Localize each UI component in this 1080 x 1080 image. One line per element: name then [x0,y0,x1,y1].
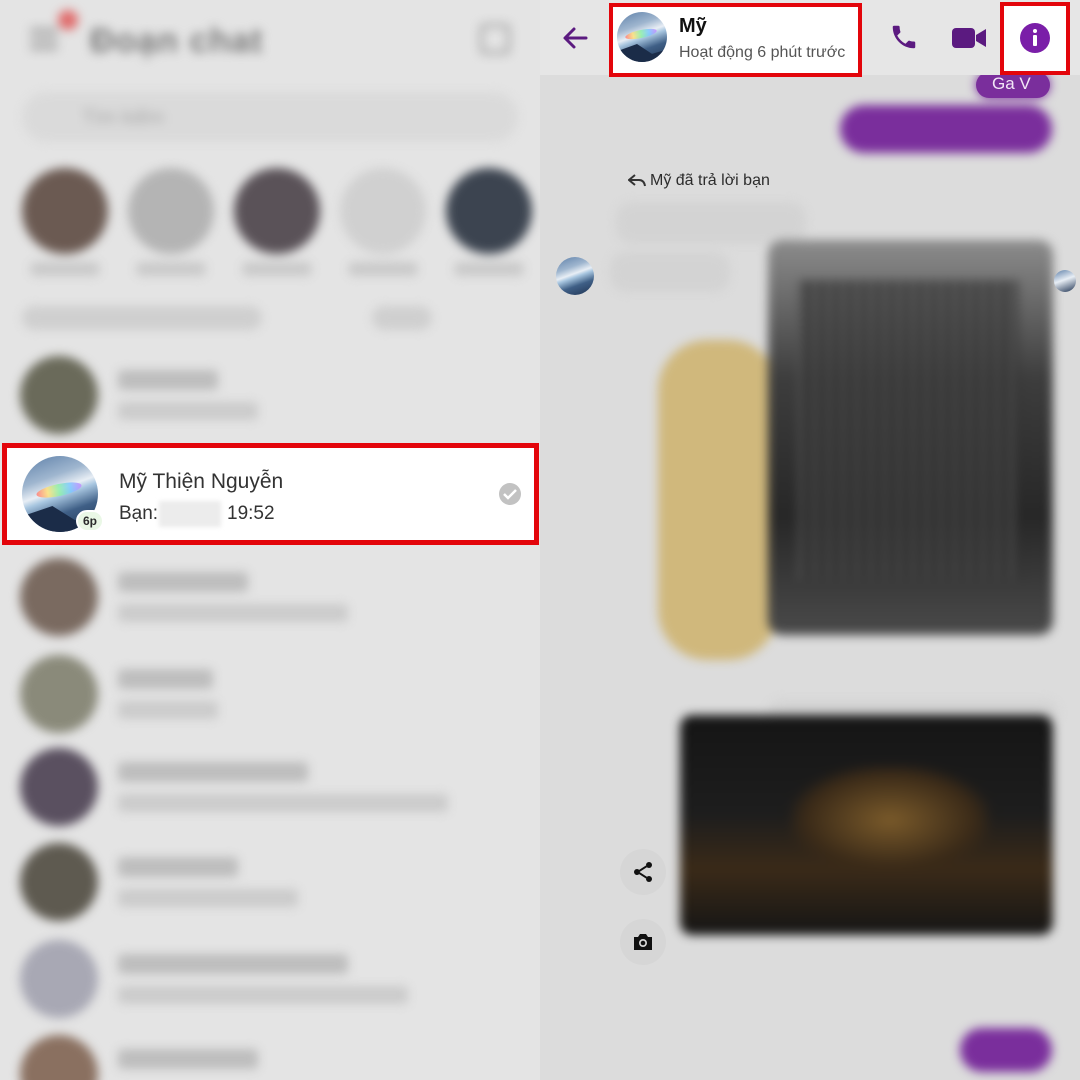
camera-icon [634,934,652,950]
sticker [658,340,778,660]
story-avatar[interactable] [128,168,214,254]
avatar [20,655,98,733]
story-avatar[interactable] [340,168,426,254]
contact-name: Mỹ [679,15,707,37]
list-item[interactable] [0,645,540,741]
conversation-name [118,857,238,877]
story-label [136,262,206,276]
redacted-preview [159,501,221,527]
list-item[interactable] [0,833,540,929]
message-bubble [610,252,730,292]
reply-arrow-icon [628,174,646,187]
photo-message[interactable] [680,715,1053,935]
list-item[interactable] [0,1025,540,1080]
active-status: Hoạt động 6 phút trước [679,44,846,61]
share-button[interactable] [620,849,666,895]
info-button-highlighted[interactable] [1000,2,1070,75]
avatar [20,1035,98,1080]
conversation-preview [118,701,218,719]
share-icon [634,862,652,882]
conversation-header: Mỹ Hoạt động 6 phút trước [540,0,1080,77]
list-item[interactable] [0,346,540,442]
conversation-name [118,954,348,974]
active-time-badge: 6p [76,510,104,532]
replied-indicator: Mỹ đã trả lời bạn [650,172,770,189]
preview-sender: Bạn: [119,503,159,524]
avatar [20,356,98,434]
message-text: Ga V [992,74,1031,93]
conversation-preview [118,889,298,907]
list-item-highlighted[interactable]: 6p Mỹ Thiện Nguyễn Bạn: 19:52 [2,443,539,545]
conversation-preview [118,604,348,622]
story-label [30,262,100,276]
search-bar[interactable]: Tìm kiếm [22,92,518,142]
conversation-preview [118,986,408,1004]
story-avatar[interactable] [22,168,108,254]
conversation-name [118,1049,258,1069]
messages-blurred [540,0,1080,1080]
conversation-time: 19:52 [227,503,275,524]
message-area [540,72,1080,1080]
list-item[interactable] [0,548,540,644]
avatar [20,843,98,921]
story-avatar[interactable] [446,168,532,254]
menu-icon[interactable] [30,28,58,54]
photo-message[interactable] [768,240,1053,635]
story-label [242,262,312,276]
contact-header-highlighted[interactable]: Mỹ Hoạt động 6 phút trước [609,3,862,77]
tab-other[interactable] [372,306,432,330]
avatar [20,940,98,1018]
message-bubble [840,105,1052,153]
compose-icon[interactable] [480,24,510,54]
conversation-name [118,762,308,782]
quoted-reply [616,202,806,244]
notification-badge [58,10,78,30]
chat-filter-tabs [22,300,522,340]
avatar[interactable] [556,257,594,295]
list-item[interactable] [0,738,540,834]
avatar [20,558,98,636]
phone-icon[interactable] [889,22,919,52]
video-camera-icon[interactable] [951,24,987,52]
story-label [454,262,524,276]
story-label [348,262,418,276]
conversation-preview [118,402,258,420]
list-item[interactable] [0,930,540,1026]
conversation-name: Mỹ Thiện Nguyễn [119,470,284,493]
avatar [20,748,98,826]
back-arrow-icon[interactable] [558,20,594,56]
conversation-preview [118,794,448,812]
conversation-name [118,370,218,390]
check-circle-icon [499,483,521,505]
conversation-panel: Ga V Mỹ đã trả lời bạn Mỹ Hoạt động 6 ph… [540,0,1080,1080]
avatar [617,12,667,62]
camera-button[interactable] [620,919,666,965]
conversation-name [118,572,248,592]
conversation-name [118,669,213,689]
message-bubble: Ga V [976,72,1050,98]
info-icon [1020,23,1050,53]
chat-list-header-blurred: Đoạn chat Tìm kiếm [0,0,540,440]
tab-all[interactable] [22,306,262,330]
chat-list-title: Đoạn chat [90,22,264,60]
story-avatar[interactable] [234,168,320,254]
chat-list-panel: Đoạn chat Tìm kiếm 6p Mỹ Thiện Nguyễn Bạ… [0,0,540,1080]
message-bubble [960,1028,1052,1072]
seen-indicator-avatar [1054,270,1076,292]
